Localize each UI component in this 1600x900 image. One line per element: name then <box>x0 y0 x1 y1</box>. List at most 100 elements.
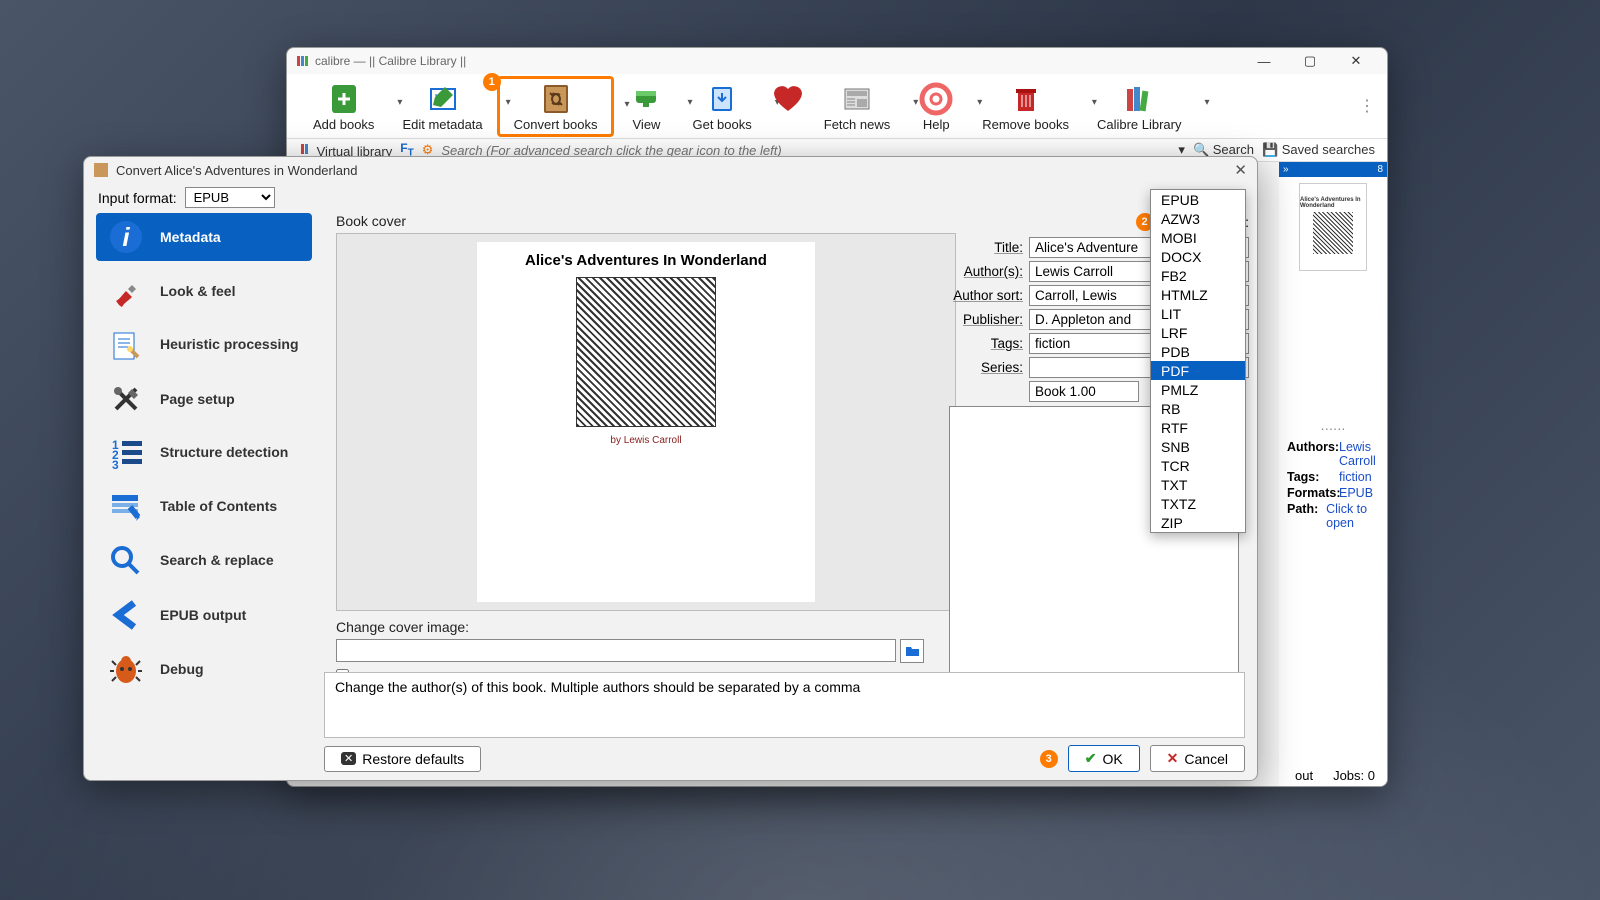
convert-dialog: Convert Alice's Adventures in Wonderland… <box>83 156 1258 781</box>
titlebar: calibre — || Calibre Library || — ▢ ✕ <box>287 48 1387 74</box>
format-option-lrf[interactable]: LRF <box>1151 323 1245 342</box>
edit-metadata-icon <box>425 81 461 117</box>
edit-metadata-button[interactable]: Edit metadata 1 ▾ <box>388 77 496 136</box>
remove-books-icon <box>1008 81 1044 117</box>
search-icon <box>106 543 146 579</box>
format-option-snb[interactable]: SNB <box>1151 437 1245 456</box>
close-button[interactable]: ✕ <box>1333 48 1379 74</box>
maximize-button[interactable]: ▢ <box>1287 48 1333 74</box>
format-option-tcr[interactable]: TCR <box>1151 456 1245 475</box>
book-thumbnail[interactable]: Alice's Adventures In Wonderland <box>1299 183 1367 271</box>
format-option-pdf[interactable]: PDF <box>1151 361 1245 380</box>
book-number-input[interactable] <box>1029 381 1139 402</box>
window-title: calibre — || Calibre Library || <box>315 54 1241 68</box>
format-option-azw3[interactable]: AZW3 <box>1151 209 1245 228</box>
brush-icon <box>106 273 146 309</box>
layout-button[interactable]: out <box>1295 768 1313 783</box>
cover-path-input[interactable] <box>336 639 896 662</box>
sidebar-item-toc[interactable]: Table of Contents <box>96 483 312 531</box>
browse-folder-button[interactable] <box>900 639 924 663</box>
cover-illustration <box>576 277 716 427</box>
tools-icon <box>106 381 146 417</box>
detail-chevron[interactable]: » <box>1283 164 1289 175</box>
sidebar-item-page-setup[interactable]: Page setup <box>96 375 312 423</box>
output-format-dropdown[interactable]: EPUBAZW3MOBIDOCXFB2HTMLZLITLRFPDBPDFPMLZ… <box>1150 189 1246 533</box>
sidebar-item-look-feel[interactable]: Look & feel <box>96 267 312 315</box>
ok-button[interactable]: ✔OK <box>1068 745 1140 772</box>
get-books-button[interactable]: Get books ▾ <box>678 77 765 136</box>
format-option-zip[interactable]: ZIP <box>1151 513 1245 532</box>
list-icon: 123 <box>106 435 146 471</box>
svg-text:3: 3 <box>112 458 119 471</box>
add-books-button[interactable]: Add books ▾ <box>299 77 388 136</box>
restore-defaults-button[interactable]: ✕Restore defaults <box>324 746 481 772</box>
format-option-txtz[interactable]: TXTZ <box>1151 494 1245 513</box>
dialog-title: Convert Alice's Adventures in Wonderland <box>116 163 357 178</box>
bug-icon <box>106 651 146 687</box>
remove-books-button[interactable]: Remove books ▾ <box>968 77 1083 136</box>
svg-text:i: i <box>122 222 130 252</box>
view-icon <box>628 81 664 117</box>
overflow-icon[interactable]: ⋮ <box>1359 96 1375 116</box>
convert-sidebar: i Metadata Look & feel Heuristic process… <box>84 213 324 780</box>
sidebar-item-epub-output[interactable]: EPUB output <box>96 591 312 639</box>
input-format-label: Input format: <box>98 190 177 206</box>
format-option-rtf[interactable]: RTF <box>1151 418 1245 437</box>
status-bar: out Jobs: 0 <box>1283 764 1387 786</box>
sidebar-item-structure[interactable]: 123 Structure detection <box>96 429 312 477</box>
help-icon <box>918 81 954 117</box>
format-option-pdb[interactable]: PDB <box>1151 342 1245 361</box>
authors-link[interactable]: Lewis Carroll <box>1339 440 1379 468</box>
format-option-mobi[interactable]: MOBI <box>1151 228 1245 247</box>
format-option-rb[interactable]: RB <box>1151 399 1245 418</box>
formats-link[interactable]: EPUB <box>1339 486 1373 500</box>
chevron-down-icon[interactable]: ▾ <box>1204 97 1209 108</box>
format-option-pmlz[interactable]: PMLZ <box>1151 380 1245 399</box>
dialog-titlebar: Convert Alice's Adventures in Wonderland… <box>84 157 1257 183</box>
format-option-fb2[interactable]: FB2 <box>1151 266 1245 285</box>
path-link[interactable]: Click to open <box>1326 502 1379 530</box>
sidebar-item-heuristic[interactable]: Heuristic processing <box>96 321 312 369</box>
convert-books-button[interactable]: Convert books ▾ <box>497 76 615 137</box>
cancel-button[interactable]: ✕Cancel <box>1150 745 1245 772</box>
close-icon[interactable]: ✕ <box>1234 161 1247 179</box>
cover-frame: Alice's Adventures In Wonderland by Lewi… <box>336 233 956 611</box>
fetch-news-button[interactable]: Fetch news ▾ <box>810 77 904 136</box>
fetch-news-icon <box>839 81 875 117</box>
wand-icon <box>106 327 146 363</box>
toc-icon <box>106 489 146 525</box>
format-option-docx[interactable]: DOCX <box>1151 247 1245 266</box>
sidebar-item-search-replace[interactable]: Search & replace <box>96 537 312 585</box>
jobs-button[interactable]: Jobs: 0 <box>1333 768 1375 783</box>
dialog-footer: ✕Restore defaults 3 ✔OK ✕Cancel <box>324 745 1245 772</box>
view-button[interactable]: View ▾ <box>614 77 678 136</box>
format-option-lit[interactable]: LIT <box>1151 304 1245 323</box>
sidebar-item-metadata[interactable]: i Metadata <box>96 213 312 261</box>
heart-icon <box>770 81 806 117</box>
main-toolbar: Add books ▾ Edit metadata 1 ▾ Convert bo… <box>287 74 1387 139</box>
minimize-button[interactable]: — <box>1241 48 1287 74</box>
saved-searches-button[interactable]: 💾 Saved searches <box>1262 142 1375 158</box>
info-icon: i <box>106 219 146 255</box>
cover-preview: Alice's Adventures In Wonderland by Lewi… <box>477 242 815 602</box>
sidebar-item-debug[interactable]: Debug <box>96 645 312 693</box>
fave-icon-button[interactable] <box>766 77 810 136</box>
help-text-area: Change the author(s) of this book. Multi… <box>324 672 1245 738</box>
format-option-epub[interactable]: EPUB <box>1151 190 1245 209</box>
format-option-htmlz[interactable]: HTMLZ <box>1151 285 1245 304</box>
dialog-icon <box>94 163 108 177</box>
add-books-icon <box>326 81 362 117</box>
book-details-panel: » 8 Alice's Adventures In Wonderland ⋯⋯ … <box>1279 162 1387 786</box>
format-option-txt[interactable]: TXT <box>1151 475 1245 494</box>
calibre-library-button[interactable]: Calibre Library ▾ <box>1083 77 1196 136</box>
input-format-row: Input format: EPUB <box>84 183 1257 212</box>
help-button[interactable]: Help ▾ <box>904 77 968 136</box>
step-badge-3: 3 <box>1040 750 1058 768</box>
convert-books-icon <box>538 81 574 117</box>
drag-handle-icon[interactable]: ⋯⋯ <box>1287 421 1379 436</box>
get-books-icon <box>704 81 740 117</box>
library-icon <box>1121 81 1157 117</box>
tags-link[interactable]: fiction <box>1339 470 1372 484</box>
app-icon <box>295 54 309 68</box>
input-format-select[interactable]: EPUB <box>185 187 275 208</box>
